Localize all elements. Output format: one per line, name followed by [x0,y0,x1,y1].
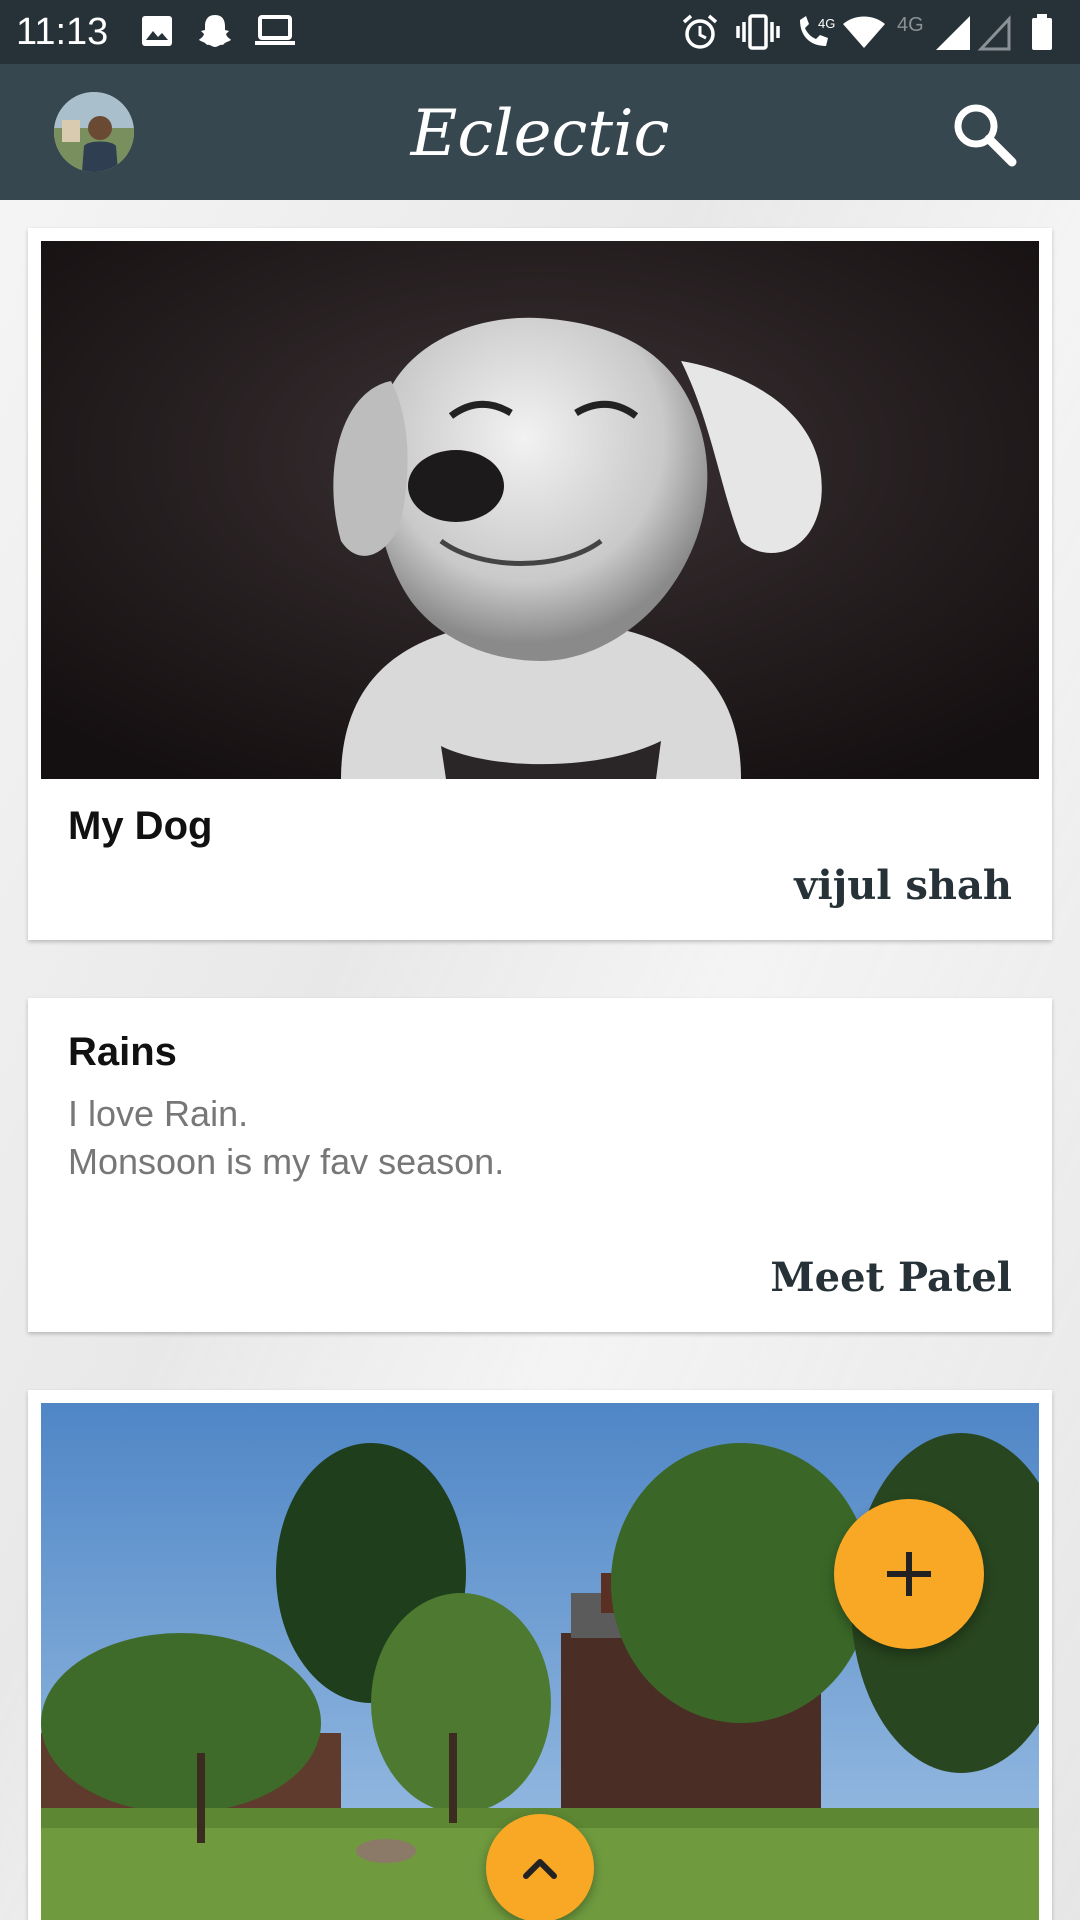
post-author[interactable]: Meet Patel [770,1254,1012,1301]
post-body: I love Rain. Monsoon is my fav season. [68,1093,505,1182]
post-card-rains[interactable]: Rains I love Rain. Monsoon is my fav sea… [28,998,1052,1332]
snapchat-icon [199,15,231,47]
post-title: My Dog [68,804,213,848]
search-button[interactable] [944,94,1024,174]
post-image-dog [41,241,1039,779]
chevron-up-icon [523,1859,557,1879]
vibrate-icon [736,14,780,50]
post-author[interactable]: vijul shah [794,862,1012,909]
status-bar: 11:13 4G 4G [0,0,1080,64]
add-post-button[interactable] [834,1499,984,1649]
laptop-icon [255,15,295,45]
network-type-label: 4G [897,14,924,36]
scroll-top-button[interactable] [486,1814,594,1920]
search-icon [954,104,1017,167]
plus-icon [887,1552,931,1596]
svg-text:4G: 4G [818,16,835,31]
post-title: Rains [68,1030,177,1074]
battery-icon [1032,14,1052,50]
wifi-icon [843,16,885,48]
signal-empty-icon [978,15,1011,51]
alarm-icon [682,14,718,49]
app-title: Eclectic [410,97,670,171]
signal-icon [936,16,970,50]
wifi-call-icon: 4G [800,16,835,46]
status-time: 11:13 [16,11,109,53]
image-icon [142,16,172,46]
post-card-my-dog[interactable]: My Dog vijul shah [28,228,1052,940]
